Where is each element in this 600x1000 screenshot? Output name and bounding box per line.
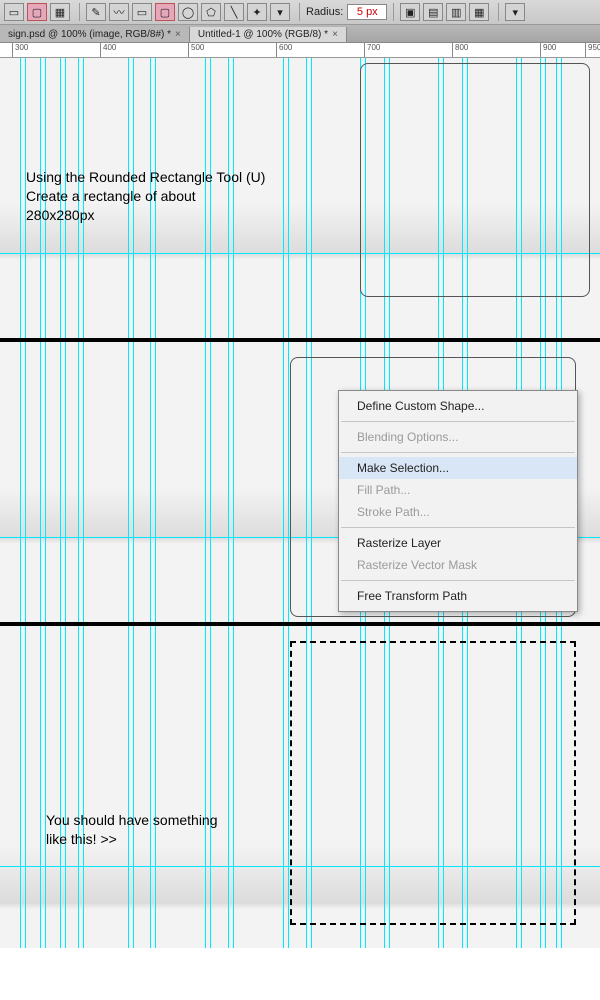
shape-layers-icon[interactable]: ▭ — [4, 3, 24, 21]
ruler-tick: 400 — [100, 43, 116, 58]
instruction-line: like this! >> — [46, 830, 218, 849]
ruler-tick: 500 — [188, 43, 204, 58]
pen-icon[interactable]: ✎ — [86, 3, 106, 21]
tab-label: sign.psd @ 100% (image, RGB/8#) * — [8, 29, 171, 40]
ruler-tick: 700 — [364, 43, 380, 58]
shape-options-dropdown-icon[interactable]: ▾ — [270, 3, 290, 21]
tab-untitled-1[interactable]: Untitled-1 @ 100% (RGB/8) * × — [190, 27, 347, 42]
ruler-tick: 800 — [452, 43, 468, 58]
close-icon[interactable]: × — [175, 29, 181, 40]
rect-icon[interactable]: ▭ — [132, 3, 152, 21]
rounded-rectangle-path[interactable] — [360, 63, 590, 297]
instruction-text: Using the Rounded Rectangle Tool (U) Cre… — [26, 168, 265, 225]
tab-sign-psd[interactable]: sign.psd @ 100% (image, RGB/8#) * × — [0, 27, 190, 42]
marching-ants-selection[interactable] — [290, 641, 576, 925]
menu-rasterize-vector-mask: Rasterize Vector Mask — [339, 554, 577, 576]
close-icon[interactable]: × — [332, 29, 338, 40]
menu-separator — [341, 527, 575, 528]
instruction-line: Using the Rounded Rectangle Tool (U) — [26, 168, 265, 187]
menu-define-custom-shape[interactable]: Define Custom Shape... — [339, 395, 577, 417]
separator — [393, 3, 394, 21]
instruction-line: 280x280px — [26, 206, 265, 225]
ruler-tick: 950 — [585, 43, 600, 58]
instruction-line: Create a rectangle of about — [26, 187, 265, 206]
instruction-line: You should have something — [46, 811, 218, 830]
menu-fill-path: Fill Path... — [339, 479, 577, 501]
options-bar: ▭ ▢ ▦ ✎ 〰 ▭ ▢ ◯ ⬠ ╲ ✦ ▾ Radius: ▣ ▤ ▥ ▦ … — [0, 0, 600, 25]
styles-dropdown-icon[interactable]: ▾ — [505, 3, 525, 21]
polygon-icon[interactable]: ⬠ — [201, 3, 221, 21]
fill-pixels-icon[interactable]: ▦ — [50, 3, 70, 21]
rounded-rect-icon[interactable]: ▢ — [155, 3, 175, 21]
horizontal-ruler[interactable]: 300 400 500 600 700 800 900 950 — [0, 43, 600, 58]
separator — [498, 3, 499, 21]
context-menu: Define Custom Shape... Blending Options.… — [338, 390, 578, 612]
custom-shape-icon[interactable]: ✦ — [247, 3, 267, 21]
separator — [299, 3, 300, 21]
freeform-pen-icon[interactable]: 〰 — [109, 3, 129, 21]
menu-free-transform-path[interactable]: Free Transform Path — [339, 585, 577, 607]
radius-label: Radius: — [306, 6, 343, 18]
ruler-tick: 600 — [276, 43, 292, 58]
ruler-tick: 300 — [12, 43, 28, 58]
pathop-intersect-icon[interactable]: ▥ — [446, 3, 466, 21]
pathop-add-icon[interactable]: ▣ — [400, 3, 420, 21]
ruler-tick: 900 — [540, 43, 556, 58]
separator — [79, 3, 80, 21]
menu-separator — [341, 452, 575, 453]
menu-make-selection[interactable]: Make Selection... — [339, 457, 577, 479]
menu-rasterize-layer[interactable]: Rasterize Layer — [339, 532, 577, 554]
tab-label: Untitled-1 @ 100% (RGB/8) * — [198, 29, 328, 40]
menu-separator — [341, 580, 575, 581]
pathop-exclude-icon[interactable]: ▦ — [469, 3, 489, 21]
ellipse-icon[interactable]: ◯ — [178, 3, 198, 21]
menu-blending-options: Blending Options... — [339, 426, 577, 448]
menu-stroke-path: Stroke Path... — [339, 501, 577, 523]
tutorial-step-3: You should have something like this! >> — [0, 626, 600, 948]
paths-icon[interactable]: ▢ — [27, 3, 47, 21]
instruction-text: You should have something like this! >> — [46, 811, 218, 849]
document-tabs: sign.psd @ 100% (image, RGB/8#) * × Unti… — [0, 25, 600, 43]
tutorial-step-1: Using the Rounded Rectangle Tool (U) Cre… — [0, 58, 600, 338]
line-icon[interactable]: ╲ — [224, 3, 244, 21]
pathop-subtract-icon[interactable]: ▤ — [423, 3, 443, 21]
tutorial-step-2: Define Custom Shape... Blending Options.… — [0, 342, 600, 622]
menu-separator — [341, 421, 575, 422]
radius-input[interactable] — [347, 4, 387, 20]
